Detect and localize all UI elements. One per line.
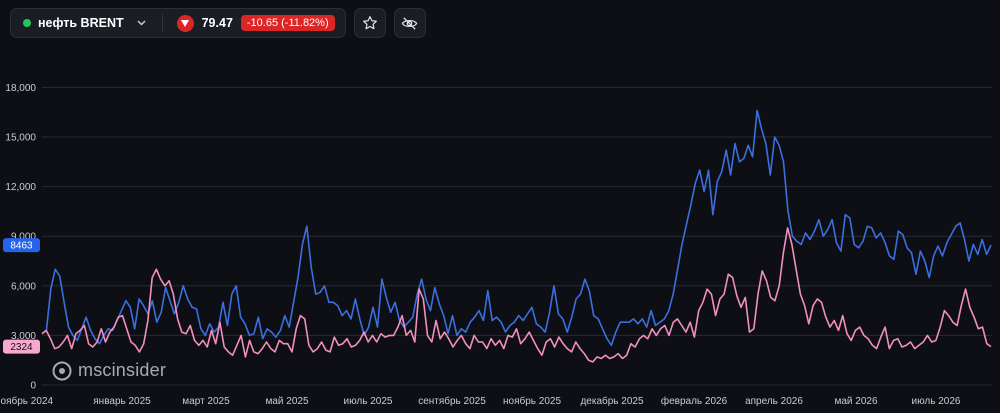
price-chart[interactable]: 03,0006,0009,00012,00015,00018,000 ноябр… xyxy=(0,0,1000,413)
y-tick-label: 0 xyxy=(30,381,36,392)
x-tick-label: январь 2025 xyxy=(93,396,151,407)
watermark-text: mscinsider xyxy=(78,360,167,380)
msc-logo-icon xyxy=(52,361,72,380)
x-tick-label: сентябрь 2025 xyxy=(418,395,486,407)
y-tick-label: 15,000 xyxy=(5,133,36,144)
last-value-badge-blue: 8463 xyxy=(3,238,40,253)
x-tick-label: март 2025 xyxy=(182,396,230,407)
watermark: mscinsider xyxy=(52,360,166,381)
last-value-text: 8463 xyxy=(10,241,33,252)
x-tick-label: декабрь 2025 xyxy=(580,395,644,407)
x-tick-label: июль 2025 xyxy=(344,396,393,407)
y-tick-label: 18,000 xyxy=(5,83,36,94)
series-line-pink xyxy=(41,227,992,363)
y-tick-label: 6,000 xyxy=(11,281,36,292)
series-line-blue xyxy=(41,109,992,347)
x-tick-label: апрель 2026 xyxy=(745,396,803,407)
last-value-text: 2324 xyxy=(10,342,33,353)
x-tick-label: май 2026 xyxy=(834,396,877,407)
x-tick-label: июль 2026 xyxy=(912,396,961,407)
x-tick-label: ноябрь 2024 xyxy=(0,395,53,407)
x-axis: ноябрь 2024 январь 2025 март 2025 май 2025 и… xyxy=(0,395,961,407)
x-tick-label: май 2025 xyxy=(265,396,308,407)
y-tick-label: 12,000 xyxy=(5,182,36,193)
last-value-badge-pink: 2324 xyxy=(3,339,40,354)
grid-lines xyxy=(42,86,992,386)
x-tick-label: ноябрь 2025 xyxy=(503,395,561,407)
x-tick-label: февраль 2026 xyxy=(661,395,728,407)
